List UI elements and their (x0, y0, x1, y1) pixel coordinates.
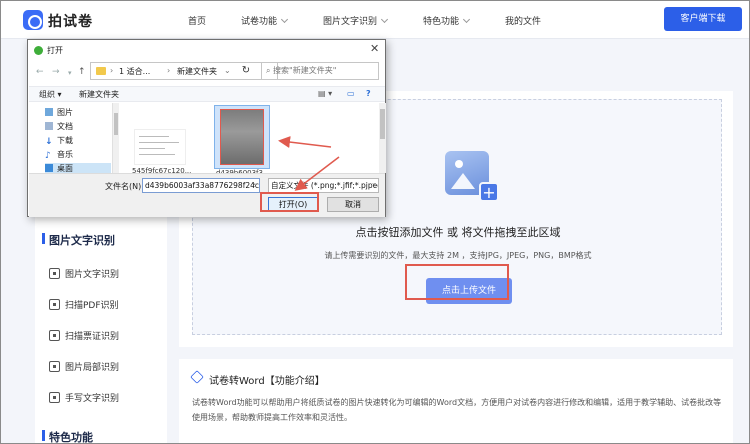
page-frame: 拍试卷 首页 试卷功能 图片文字识别 特色功能 我的文件 客户端下载 图片文字识… (0, 0, 750, 444)
arrow-to-file (278, 136, 332, 149)
arrow-to-open (294, 156, 340, 191)
annotation-arrows (278, 136, 340, 191)
